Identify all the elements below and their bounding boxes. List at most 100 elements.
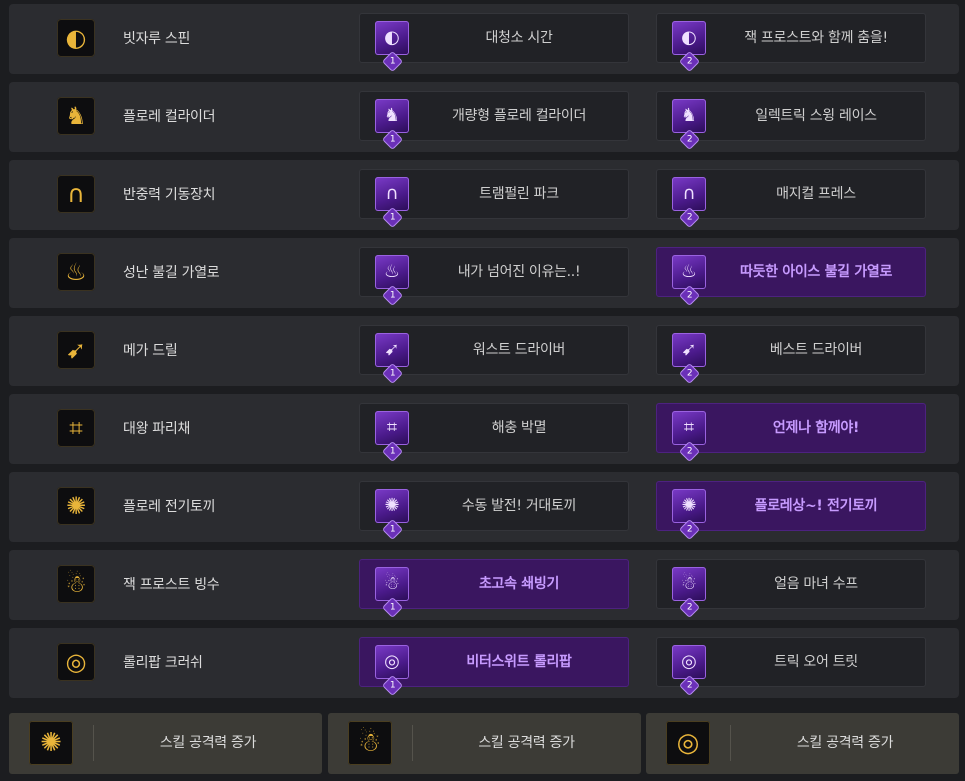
tier-badge: 1 xyxy=(383,520,402,539)
enhancement-option-1[interactable]: ◐ 1 대청소 시간 xyxy=(359,13,629,71)
enhancement-option-2[interactable]: ➹ 2 베스트 드라이버 xyxy=(656,325,926,383)
antigravity-device-icon: ∩ xyxy=(672,177,706,211)
shaved-ice-icon: ☃ xyxy=(347,721,392,765)
electric-rabbit-icon: ✺ xyxy=(57,487,95,525)
electric-rabbit-icon: ✺ xyxy=(375,489,409,523)
lollipop-icon: ◎ xyxy=(666,721,710,765)
attack-bonus-label: 스킬 공격력 증가 xyxy=(159,735,257,751)
enhancement-option-label: 초고속 쇄빙기 xyxy=(478,576,560,592)
enhancement-option-2[interactable]: ♨ 2 따듯한 아이스 불길 가열로 xyxy=(656,247,926,305)
skill-name: 롤리팝 크러쉬 xyxy=(123,655,203,671)
tier-badge: 1 xyxy=(383,130,402,149)
skill-row: ∩ 반중력 기동장치 ∩ 1 트램펄린 파크 ∩ 2 매지컬 프레스 xyxy=(9,160,959,230)
fly-swatter-icon: ⌗ xyxy=(57,409,95,447)
attack-bonus-label: 스킬 공격력 증가 xyxy=(478,735,575,751)
enhancement-option-1[interactable]: ➹ 1 워스트 드라이버 xyxy=(359,325,629,383)
enhancement-option-1[interactable]: ⌗ 1 해충 박멸 xyxy=(359,403,629,461)
fly-swatter-icon: ⌗ xyxy=(672,411,706,445)
tier-badge: 2 xyxy=(680,286,699,305)
skill-row: ◐ 빗자루 스핀 ◐ 1 대청소 시간 ◐ 2 잭 프로스트와 함께 춤을! xyxy=(9,4,959,74)
tier-badge: 1 xyxy=(383,676,402,695)
skill-row: ✺ 플로레 전기토끼 ✺ 1 수동 발전! 거대토끼 ✺ 2 플로레상~! 전기토끼 xyxy=(9,472,959,542)
attack-bonus-card: ✺ 스킬 공격력 증가 xyxy=(9,713,322,774)
enhancement-option-label: 플로레상~! 전기토끼 xyxy=(754,498,878,514)
skill-row: ♨ 성난 불길 가열로 ♨ 1 내가 넘어진 이유는..! ♨ 2 따듯한 아이스 불길 가열… xyxy=(9,238,959,308)
skill-attack-bonus-bar: ✺ 스킬 공격력 증가 ☃ 스킬 공격력 증가 ◎ 스킬 공격력 증가 xyxy=(9,713,959,774)
tier-badge: 2 xyxy=(680,364,699,383)
enhancement-option-1[interactable]: ♨ 1 내가 넘어진 이유는..! xyxy=(359,247,629,305)
skill-enhancement-list: ◐ 빗자루 스핀 ◐ 1 대청소 시간 ◐ 2 잭 프로스트와 함께 춤을! ♞ 플로레 컬라이더… xyxy=(9,4,959,706)
broom-spin-icon: ◐ xyxy=(375,21,409,55)
attack-bonus-label: 스킬 공격력 증가 xyxy=(796,735,894,751)
enhancement-option-1[interactable]: ∩ 1 트램펄린 파크 xyxy=(359,169,629,227)
enhancement-option-1[interactable]: ◎ 1 비터스위트 롤리팝 xyxy=(359,637,629,695)
enhancement-option-label: 따듯한 아이스 불길 가열로 xyxy=(739,264,893,280)
skill-row: ♞ 플로레 컬라이더 ♞ 1 개량형 플로레 컬라이더 ♞ 2 일렉트릭 스윙 레이스 xyxy=(9,82,959,152)
electric-rabbit-icon: ✺ xyxy=(672,489,706,523)
skill-name: 빗자루 스핀 xyxy=(123,31,191,47)
tier-badge: 2 xyxy=(680,130,699,149)
tier-badge: 2 xyxy=(680,676,699,695)
furnace-icon: ♨ xyxy=(375,255,409,289)
antigravity-device-icon: ∩ xyxy=(375,177,409,211)
tier-badge: 2 xyxy=(680,520,699,539)
enhancement-option-1[interactable]: ☃ 1 초고속 쇄빙기 xyxy=(359,559,629,617)
enhancement-option-2[interactable]: ◐ 2 잭 프로스트와 함께 춤을! xyxy=(656,13,926,71)
enhancement-option-label: 개량형 플로레 컬라이더 xyxy=(451,108,587,124)
enhancement-option-2[interactable]: ♞ 2 일렉트릭 스윙 레이스 xyxy=(656,91,926,149)
enhancement-option-label: 수동 발전! 거대토끼 xyxy=(461,498,577,514)
enhancement-option-label: 해충 박멸 xyxy=(491,420,547,436)
skill-name: 성난 불길 가열로 xyxy=(123,265,220,281)
broom-spin-icon: ◐ xyxy=(57,19,95,57)
enhancement-option-label: 일렉트릭 스윙 레이스 xyxy=(755,108,877,124)
skill-row: ➹ 메가 드릴 ➹ 1 워스트 드라이버 ➹ 2 베스트 드라이버 xyxy=(9,316,959,386)
enhancement-option-label: 베스트 드라이버 xyxy=(769,342,863,358)
mega-drill-icon: ➹ xyxy=(672,333,706,367)
attack-bonus-card: ☃ 스킬 공격력 증가 xyxy=(327,713,641,774)
enhancement-option-label: 언제나 함께야! xyxy=(772,420,860,436)
flore-collider-icon: ♞ xyxy=(672,99,706,133)
skill-row: ☃ 잭 프로스트 빙수 ☃ 1 초고속 쇄빙기 ☃ 2 얼음 마녀 수프 xyxy=(9,550,959,620)
electric-rabbit-icon: ✺ xyxy=(29,721,73,765)
tier-badge: 1 xyxy=(383,208,402,227)
skill-name: 플로레 전기토끼 xyxy=(123,499,216,515)
enhancement-option-2[interactable]: ◎ 2 트릭 오어 트릿 xyxy=(656,637,926,695)
tier-badge: 2 xyxy=(680,598,699,617)
enhancement-option-label: 트램펄린 파크 xyxy=(479,186,559,202)
tier-badge: 1 xyxy=(383,442,402,461)
lollipop-icon: ◎ xyxy=(672,645,706,679)
enhancement-option-label: 내가 넘어진 이유는..! xyxy=(457,264,581,280)
enhancement-option-1[interactable]: ♞ 1 개량형 플로레 컬라이더 xyxy=(359,91,629,149)
attack-bonus-card: ◎ 스킬 공격력 증가 xyxy=(646,713,959,774)
skill-name: 반중력 기동장치 xyxy=(123,187,216,203)
broom-spin-icon: ◐ xyxy=(672,21,706,55)
skill-name: 대왕 파리채 xyxy=(123,421,191,437)
tier-badge: 1 xyxy=(383,286,402,305)
tier-badge: 1 xyxy=(383,364,402,383)
enhancement-option-label: 얼음 마녀 수프 xyxy=(774,576,858,592)
tier-badge: 2 xyxy=(680,442,699,461)
lollipop-icon: ◎ xyxy=(375,645,409,679)
tier-badge: 1 xyxy=(383,52,402,71)
furnace-icon: ♨ xyxy=(57,253,95,291)
shaved-ice-icon: ☃ xyxy=(375,567,409,601)
tier-badge: 2 xyxy=(680,52,699,71)
enhancement-option-label: 트릭 오어 트릿 xyxy=(774,654,858,670)
tier-badge: 2 xyxy=(680,208,699,227)
enhancement-option-2[interactable]: ⌗ 2 언제나 함께야! xyxy=(656,403,926,461)
enhancement-option-2[interactable]: ☃ 2 얼음 마녀 수프 xyxy=(656,559,926,617)
enhancement-option-2[interactable]: ∩ 2 매지컬 프레스 xyxy=(656,169,926,227)
enhancement-option-2[interactable]: ✺ 2 플로레상~! 전기토끼 xyxy=(656,481,926,539)
flore-collider-icon: ♞ xyxy=(375,99,409,133)
enhancement-option-label: 비터스위트 롤리팝 xyxy=(466,654,572,670)
enhancement-option-label: 대청소 시간 xyxy=(485,30,553,46)
enhancement-option-label: 워스트 드라이버 xyxy=(472,342,566,358)
enhancement-option-1[interactable]: ✺ 1 수동 발전! 거대토끼 xyxy=(359,481,629,539)
fly-swatter-icon: ⌗ xyxy=(375,411,409,445)
tier-badge: 1 xyxy=(383,598,402,617)
furnace-icon: ♨ xyxy=(672,255,706,289)
shaved-ice-icon: ☃ xyxy=(57,565,95,603)
shaved-ice-icon: ☃ xyxy=(672,567,706,601)
flore-collider-icon: ♞ xyxy=(57,97,95,135)
enhancement-option-label: 잭 프로스트와 함께 춤을! xyxy=(744,30,888,46)
